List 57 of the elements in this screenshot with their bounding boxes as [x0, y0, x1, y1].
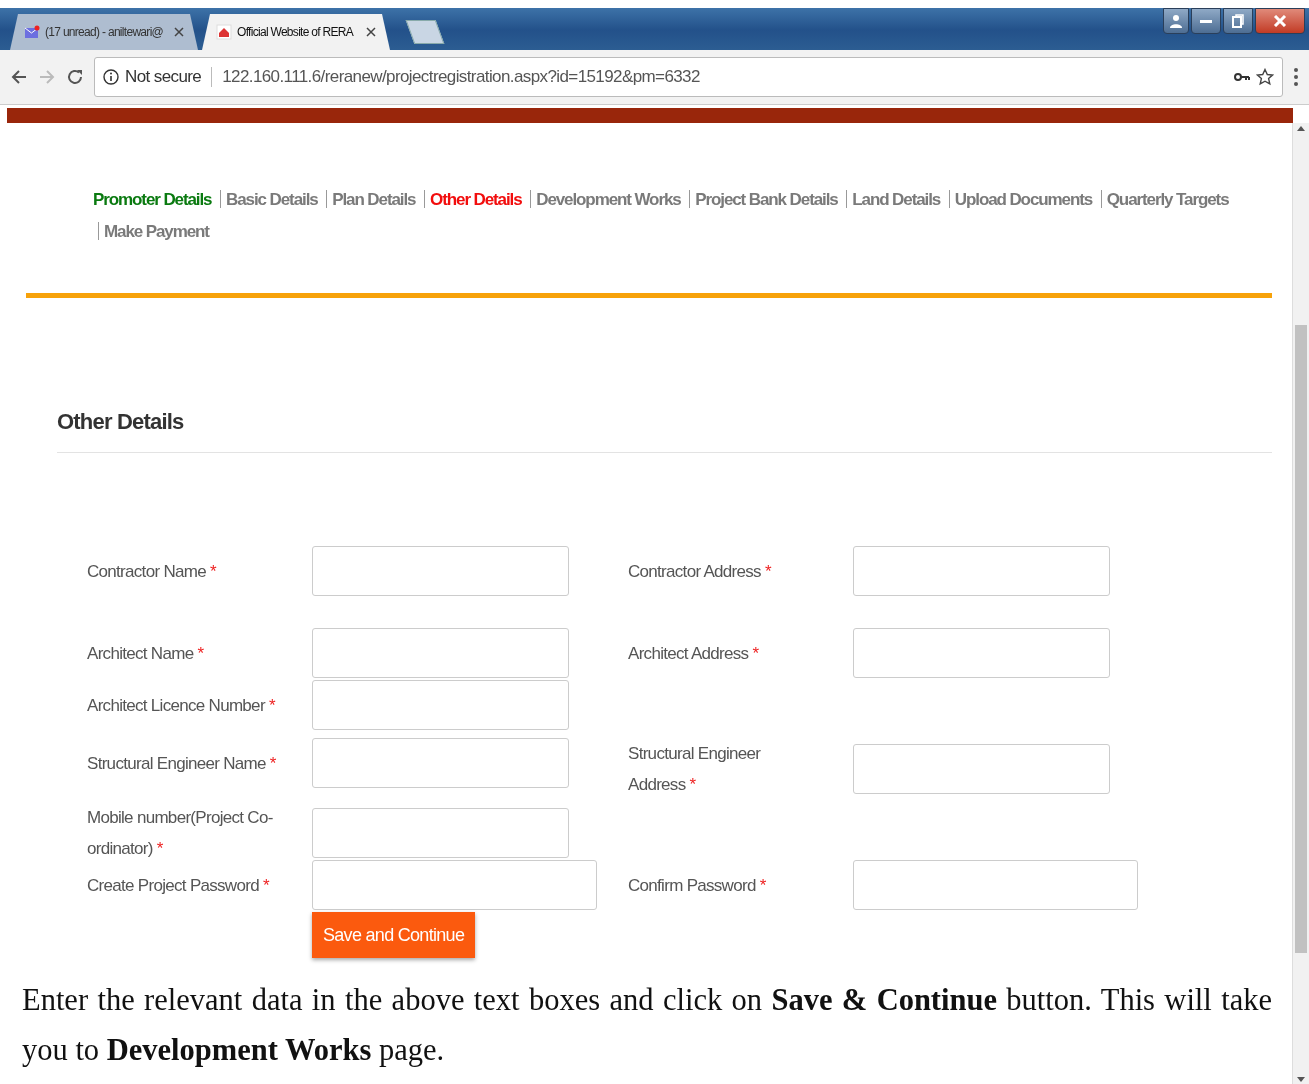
- text-input[interactable]: [853, 628, 1110, 678]
- field-label: Structural Engineer Name *: [87, 752, 277, 775]
- restore-icon: [1232, 14, 1244, 28]
- minimize-icon: [1200, 18, 1212, 24]
- caption-paragraph: Enter the relevant data in the above text boxes and click on Save & Continue button. This will take you to Development Works page.: [22, 982, 1272, 1069]
- browser-tab[interactable]: Official Website of RERA: [202, 14, 390, 50]
- text-input[interactable]: [312, 680, 569, 730]
- reload-button[interactable]: [66, 68, 84, 86]
- field-label: Architect Address *: [628, 642, 760, 665]
- text-input[interactable]: [312, 738, 569, 788]
- back-button[interactable]: [10, 68, 28, 86]
- step-link[interactable]: Upload Documents: [954, 190, 1093, 209]
- person-icon: [1170, 14, 1182, 28]
- text-input[interactable]: [853, 546, 1110, 596]
- close-icon: [1273, 15, 1287, 27]
- field-label: Architect Name *: [87, 642, 205, 665]
- url-text: 122.160.111.6/reranew/projectregistration.aspx?id=15192&pm=6332: [222, 67, 701, 87]
- step-link[interactable]: Promoter Details: [93, 190, 212, 209]
- scroll-down-icon[interactable]: [1297, 1077, 1305, 1083]
- text-input[interactable]: [312, 808, 569, 858]
- section-title: Other Details: [57, 407, 1272, 453]
- scrollbar[interactable]: [1292, 123, 1309, 1084]
- minimize-button[interactable]: [1191, 8, 1221, 34]
- step-link[interactable]: Basic Details: [226, 190, 318, 209]
- text-input[interactable]: [312, 546, 569, 596]
- restore-button[interactable]: [1223, 8, 1253, 34]
- field-label: Mobile number(Project Co-ordinator) *: [87, 807, 274, 860]
- field-label: Architect Licence Number *: [87, 694, 277, 717]
- text-input[interactable]: [312, 860, 597, 910]
- step-link[interactable]: Project Bank Details: [695, 190, 838, 209]
- field-label: Structural Engineer Address *: [628, 743, 762, 796]
- field-label: Contractor Name *: [87, 560, 218, 583]
- profile-button[interactable]: [1163, 8, 1189, 34]
- info-icon: [103, 69, 119, 85]
- browser-tab[interactable]: (17 unread) - aniltewari@: [10, 14, 198, 50]
- step-link[interactable]: Plan Details: [332, 190, 416, 209]
- close-window-button[interactable]: [1255, 8, 1305, 34]
- star-icon[interactable]: [1256, 68, 1274, 86]
- key-icon[interactable]: [1234, 71, 1250, 83]
- mail-icon: [24, 25, 40, 39]
- field-label: Contractor Address *: [628, 560, 773, 583]
- menu-button[interactable]: [1293, 67, 1299, 87]
- field-label: Create Project Password *: [87, 874, 271, 897]
- step-link[interactable]: Make Payment: [104, 222, 209, 241]
- text-input[interactable]: [853, 860, 1138, 910]
- step-link[interactable]: Development Works: [536, 190, 681, 209]
- field-label: Confirm Password *: [628, 874, 767, 897]
- address-bar[interactable]: Not secure 122.160.111.6/reranew/projectregistration.aspx?id=15192&pm=6332: [94, 57, 1283, 97]
- save-and-continue-button[interactable]: Save and Continue: [312, 912, 476, 958]
- text-input[interactable]: [853, 744, 1110, 794]
- step-link[interactable]: Quarterly Targets: [1106, 190, 1229, 209]
- text-input[interactable]: [312, 628, 569, 678]
- scroll-up-icon[interactable]: [1297, 125, 1305, 131]
- site-logo-icon: [216, 24, 232, 40]
- security-label: Not secure: [125, 67, 213, 87]
- step-link[interactable]: Other Details: [430, 190, 522, 209]
- step-link[interactable]: Land Details: [852, 190, 941, 209]
